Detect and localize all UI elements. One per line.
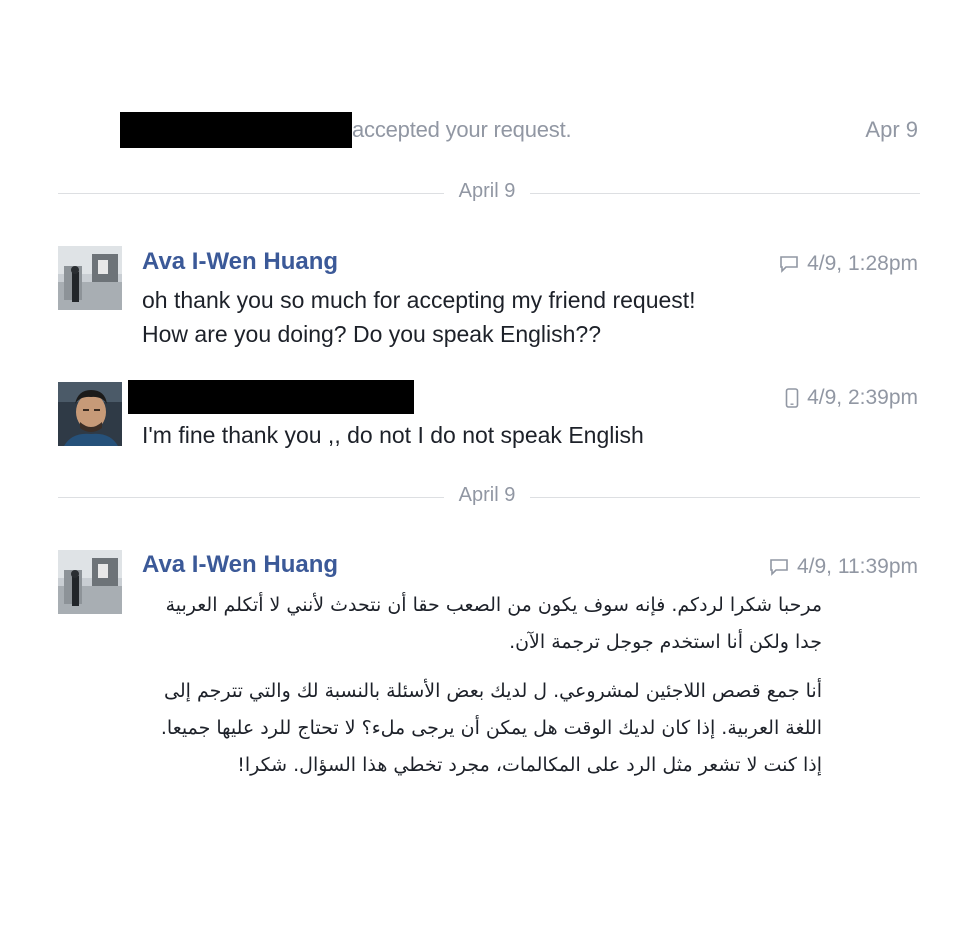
date-divider-label: April 9 (458, 484, 516, 506)
message-line: oh thank you so much for accepting my fr… (142, 287, 696, 313)
message-timestamp: 4/9, 2:39pm (807, 386, 918, 409)
request-accepted-text: accepted your request. (352, 117, 572, 142)
message-timestamp: 4/9, 1:28pm (807, 252, 918, 275)
message-text: مرحبا شكرا لردكم. فإنه سوف يكون من الصعب… (142, 587, 822, 796)
avatar[interactable] (58, 382, 122, 446)
message-meta: 4/9, 1:28pm (779, 252, 918, 276)
date-divider-label: April 9 (458, 180, 516, 202)
message-meta: 4/9, 11:39pm (769, 555, 918, 579)
redacted-name (120, 112, 352, 148)
sender-name[interactable]: Ava I-Wen Huang (142, 551, 338, 579)
date-divider: April 9 (58, 484, 920, 510)
message-paragraph: أنا جمع قصص اللاجئين لمشروعي. ل لديك بعض… (160, 680, 822, 776)
notice-date: Apr 9 (865, 117, 918, 142)
avatar[interactable] (58, 246, 122, 310)
redacted-name (128, 380, 414, 414)
date-divider: April 9 (58, 180, 920, 206)
message-timestamp: 4/9, 11:39pm (796, 555, 918, 578)
message-line: How are you doing? Do you speak English?… (142, 321, 602, 347)
chat-bubble-icon (770, 559, 788, 576)
message-paragraph: مرحبا شكرا لردكم. فإنه سوف يكون من الصعب… (165, 594, 822, 653)
chat-bubble-icon (780, 256, 798, 273)
avatar[interactable] (58, 550, 122, 614)
mobile-phone-icon (785, 388, 799, 408)
message-line: I'm fine thank you ,, do not I do not sp… (142, 422, 644, 448)
message-meta: 4/9, 2:39pm (785, 386, 918, 410)
message-text: I'm fine thank you ,, do not I do not sp… (142, 418, 644, 452)
sender-name[interactable]: Ava I-Wen Huang (142, 248, 338, 276)
message-text: oh thank you so much for accepting my fr… (142, 283, 696, 351)
